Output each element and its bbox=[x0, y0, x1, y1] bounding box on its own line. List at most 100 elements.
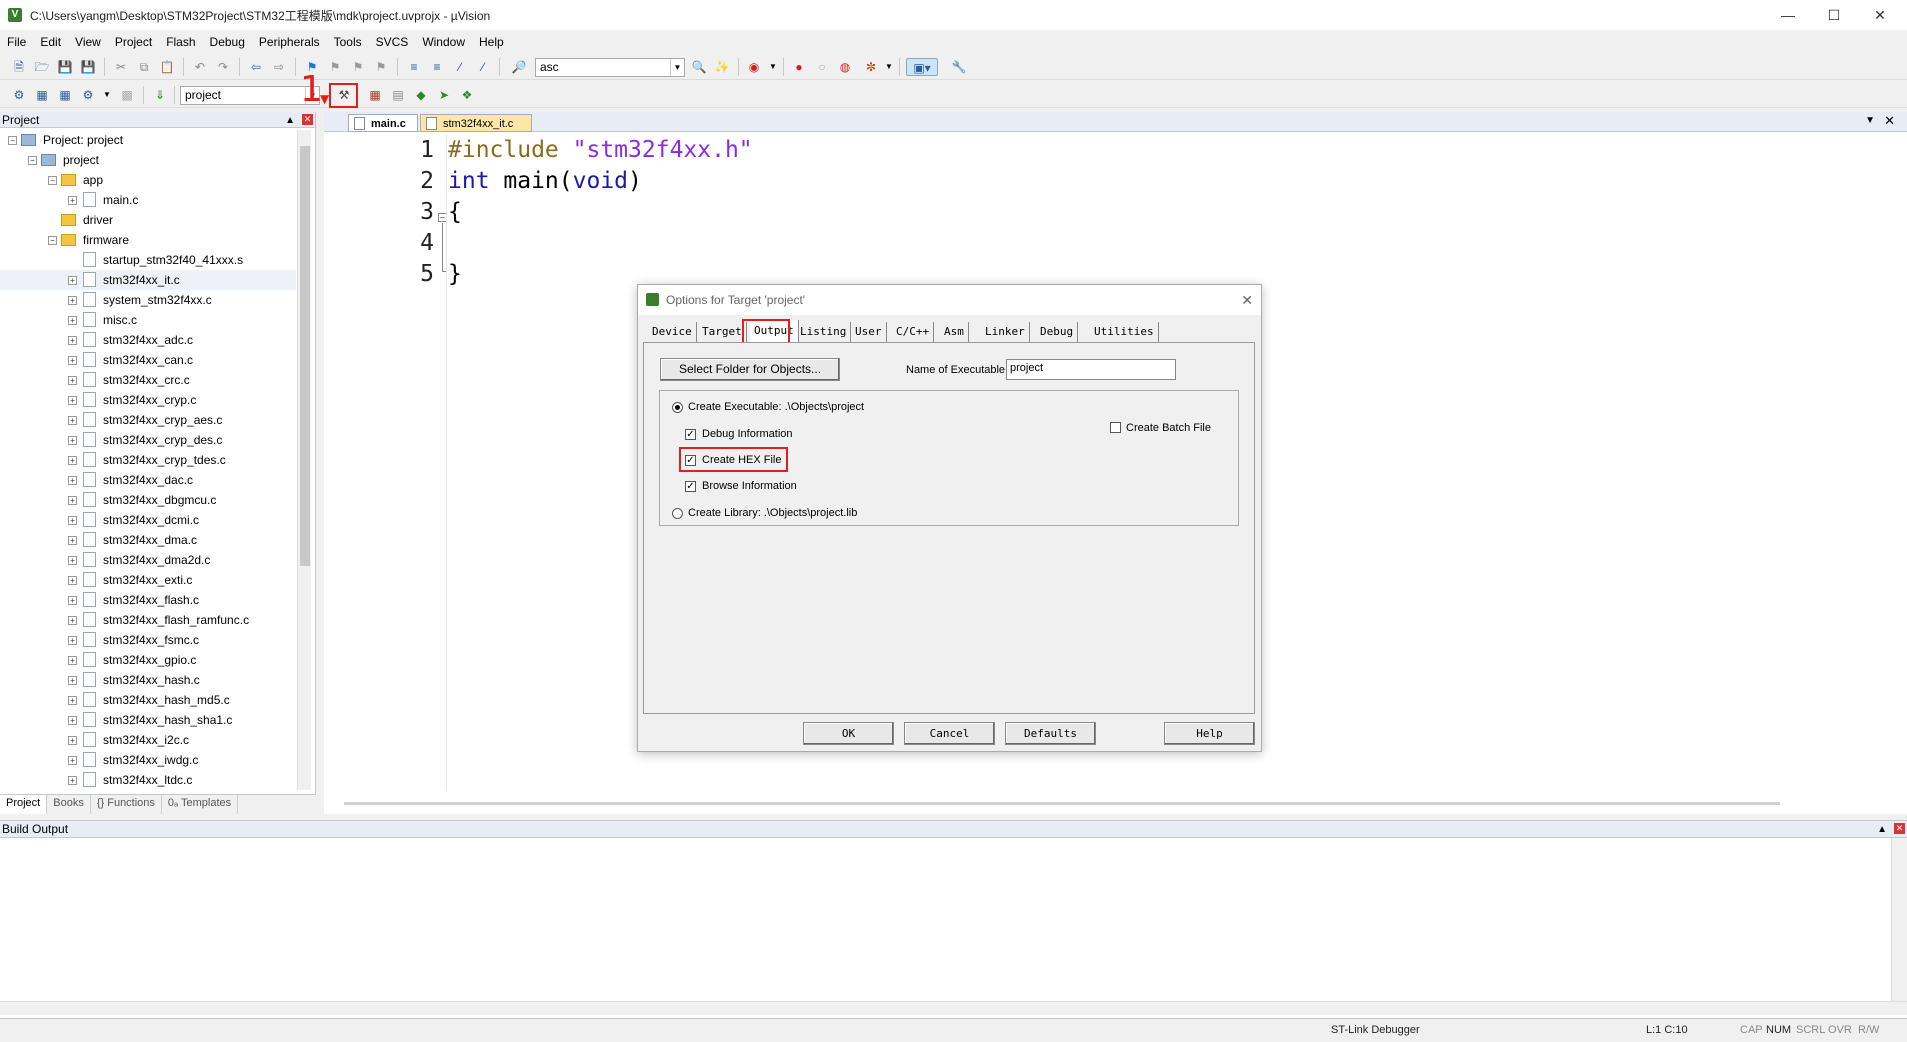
code-line-3[interactable]: { bbox=[448, 199, 462, 225]
batch-build-icon[interactable]: ⚙ bbox=[79, 86, 97, 104]
expand-icon[interactable]: + bbox=[68, 296, 77, 305]
cancel-button[interactable]: Cancel bbox=[904, 722, 995, 745]
expand-icon[interactable]: + bbox=[68, 376, 77, 385]
tab-debug[interactable]: Debug bbox=[1036, 322, 1079, 342]
stop-build-icon[interactable]: ▩ bbox=[118, 86, 136, 104]
tree-file[interactable]: + stm32f4xx_dma.c bbox=[0, 530, 296, 550]
debug-information-checkbox[interactable]: ✓ bbox=[685, 429, 696, 440]
expand-icon[interactable]: + bbox=[68, 536, 77, 545]
defaults-button[interactable]: Defaults bbox=[1005, 722, 1096, 745]
expand-icon[interactable]: + bbox=[68, 356, 77, 365]
expand-icon[interactable]: + bbox=[68, 316, 77, 325]
find-icon[interactable]: 🔍 bbox=[690, 58, 708, 76]
code-line-5[interactable]: } bbox=[448, 261, 462, 287]
expand-icon[interactable]: + bbox=[68, 636, 77, 645]
tree-file[interactable]: + stm32f4xx_fsmc.c bbox=[0, 630, 296, 650]
tree-file[interactable]: + stm32f4xx_dac.c bbox=[0, 470, 296, 490]
kill-all-breakpoints-icon[interactable]: ✼ bbox=[862, 58, 880, 76]
tab-cpp[interactable]: C/C++ bbox=[892, 322, 935, 342]
expand-icon[interactable]: + bbox=[68, 436, 77, 445]
close-window-button[interactable]: ✕ bbox=[1857, 0, 1903, 30]
create-batch-file-checkbox[interactable] bbox=[1110, 422, 1121, 433]
collapse-icon[interactable]: − bbox=[8, 136, 17, 145]
expand-icon[interactable]: + bbox=[68, 736, 77, 745]
expand-icon[interactable]: + bbox=[68, 476, 77, 485]
expand-icon[interactable]: + bbox=[68, 276, 77, 285]
tree-file[interactable]: + stm32f4xx_hash_sha1.c bbox=[0, 710, 296, 730]
expand-icon[interactable]: + bbox=[68, 676, 77, 685]
pack-installer-icon[interactable]: ➤ bbox=[435, 86, 453, 104]
collapse-icon[interactable]: − bbox=[48, 176, 57, 185]
tab-functions[interactable]: {} Functions bbox=[91, 795, 162, 814]
uncomment-icon[interactable]: ⁄ bbox=[474, 58, 492, 76]
expand-icon[interactable]: + bbox=[68, 756, 77, 765]
code-line-2[interactable]: int main(void) bbox=[448, 168, 642, 194]
select-folder-button[interactable]: Select Folder for Objects... bbox=[660, 358, 840, 381]
menu-project[interactable]: Project bbox=[108, 35, 159, 49]
new-file-icon[interactable]: 🗎 bbox=[10, 58, 28, 76]
collapse-icon[interactable]: − bbox=[48, 236, 57, 245]
tab-utilities[interactable]: Utilities bbox=[1090, 322, 1159, 342]
redo-icon[interactable]: ↷ bbox=[214, 58, 232, 76]
tab-project[interactable]: Project bbox=[0, 795, 48, 814]
expand-icon[interactable]: + bbox=[68, 556, 77, 565]
tree-file[interactable]: + stm32f4xx_cryp_des.c bbox=[0, 430, 296, 450]
find-in-files-icon[interactable]: 🔎 bbox=[510, 58, 528, 76]
minimize-button[interactable]: — bbox=[1765, 0, 1811, 30]
tab-target[interactable]: Target bbox=[698, 322, 747, 342]
menu-tools[interactable]: Tools bbox=[327, 35, 369, 49]
menu-file[interactable]: File bbox=[0, 35, 33, 49]
build-output-vscroll[interactable] bbox=[1891, 838, 1907, 1001]
expand-icon[interactable]: + bbox=[68, 576, 77, 585]
expand-icon[interactable]: + bbox=[68, 596, 77, 605]
next-bookmark-icon[interactable]: ⚑ bbox=[349, 58, 367, 76]
expand-icon[interactable]: + bbox=[68, 696, 77, 705]
scroll-thumb[interactable] bbox=[300, 146, 310, 566]
close-icon[interactable]: ✕ bbox=[1884, 113, 1895, 129]
code-line-1[interactable]: #include "stm32f4xx.h" bbox=[448, 137, 753, 163]
translate-icon[interactable]: ⚙ bbox=[10, 86, 28, 104]
expand-icon[interactable]: + bbox=[68, 516, 77, 525]
tree-file[interactable]: + stm32f4xx_hash_md5.c bbox=[0, 690, 296, 710]
prev-bookmark-icon[interactable]: ⚑ bbox=[326, 58, 344, 76]
save-icon[interactable]: 💾 bbox=[56, 58, 74, 76]
expand-icon[interactable]: + bbox=[68, 656, 77, 665]
tree-file[interactable]: + stm32f4xx_cryp_tdes.c bbox=[0, 450, 296, 470]
nav-forward-icon[interactable]: ⇨ bbox=[270, 58, 288, 76]
tree-file[interactable]: + stm32f4xx_adc.c bbox=[0, 330, 296, 350]
manage-components-icon[interactable]: ▦ bbox=[366, 86, 384, 104]
cut-icon[interactable]: ✂ bbox=[112, 58, 130, 76]
build-icon[interactable]: ▦ bbox=[33, 86, 51, 104]
debug-session-icon[interactable]: ◉ bbox=[745, 58, 763, 76]
tree-file[interactable]: + stm32f4xx_cryp_aes.c bbox=[0, 410, 296, 430]
tree-file[interactable]: + stm32f4xx_i2c.c bbox=[0, 730, 296, 750]
tree-file[interactable]: + stm32f4xx_cryp.c bbox=[0, 390, 296, 410]
download-icon[interactable]: ⇓ bbox=[151, 86, 169, 104]
expand-icon[interactable]: + bbox=[68, 336, 77, 345]
indent-icon[interactable]: ≡ bbox=[405, 58, 423, 76]
tree-file[interactable]: + stm32f4xx_can.c bbox=[0, 350, 296, 370]
expand-icon[interactable]: + bbox=[68, 456, 77, 465]
maximize-button[interactable]: ☐ bbox=[1811, 0, 1857, 30]
tree-root[interactable]: − Project: project bbox=[0, 130, 296, 150]
disable-breakpoint-icon[interactable]: ○ bbox=[813, 58, 831, 76]
tree-file[interactable]: + stm32f4xx_it.c bbox=[0, 270, 296, 290]
tree-file[interactable]: + main.c bbox=[0, 190, 296, 210]
pin-icon[interactable]: ▲ bbox=[285, 113, 295, 129]
menu-edit[interactable]: Edit bbox=[33, 35, 68, 49]
help-button[interactable]: Help bbox=[1164, 722, 1255, 745]
menu-debug[interactable]: Debug bbox=[203, 35, 252, 49]
create-executable-radio[interactable] bbox=[672, 402, 683, 413]
close-icon[interactable]: ✕ bbox=[1241, 285, 1253, 315]
chevron-down-icon[interactable]: ▼ bbox=[880, 58, 898, 76]
tab-list-icon[interactable]: ▼ bbox=[1865, 115, 1875, 126]
menu-window[interactable]: Window bbox=[415, 35, 472, 49]
tree-file[interactable]: + stm32f4xx_iwdg.c bbox=[0, 750, 296, 770]
chevron-down-icon[interactable]: ▼ bbox=[670, 59, 684, 76]
menu-view[interactable]: View bbox=[68, 35, 108, 49]
tree-file[interactable]: + stm32f4xx_flash.c bbox=[0, 590, 296, 610]
create-library-radio[interactable] bbox=[672, 508, 683, 519]
tab-user[interactable]: User bbox=[851, 322, 887, 342]
expand-icon[interactable]: + bbox=[68, 716, 77, 725]
menu-svcs[interactable]: SVCS bbox=[369, 35, 416, 49]
